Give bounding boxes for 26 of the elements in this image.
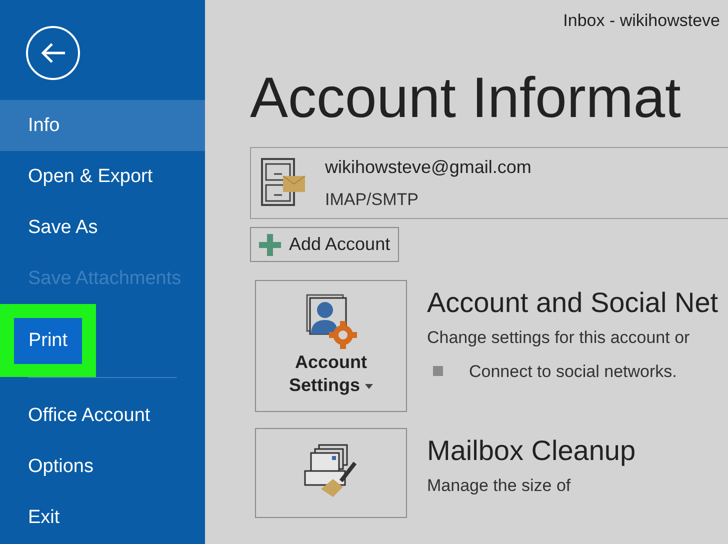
person-gear-icon [305,292,357,350]
bullet-text: Connect to social networks. [469,360,677,383]
sidebar-item[interactable]: Open & Export [0,151,205,202]
section-description: Manage the size of [427,475,572,498]
add-account-button[interactable]: Add Account [250,227,400,262]
tile-button[interactable] [255,428,407,518]
section-title: Account and Social Net [427,286,718,320]
plus-icon [259,234,281,256]
back-button[interactable] [26,26,80,80]
sidebar-item[interactable]: Office Account [0,390,205,441]
section-title: Mailbox Cleanup [427,434,636,468]
account-type: IMAP/SMTP [325,188,420,210]
window-title: Inbox - wikihowsteve [562,10,721,32]
page-heading: Account Informat [250,70,682,126]
tile-button[interactable]: Account Settings [255,280,407,412]
sidebar-item[interactable]: Exit [0,492,205,543]
section-description: Change settings for this account or [427,327,691,350]
account-email: wikihowsteve@gmail.com [325,156,532,179]
sidebar-item[interactable]: Options [0,441,205,492]
sidebar-item[interactable]: Print [14,318,82,364]
sidebar-item[interactable]: Save As [0,202,205,253]
caret-icon [365,384,374,389]
left-arrow-icon [39,41,67,65]
file-cabinet-icon [261,158,307,208]
sidebar-item[interactable]: Info [0,100,205,151]
bullet-icon [433,366,443,376]
